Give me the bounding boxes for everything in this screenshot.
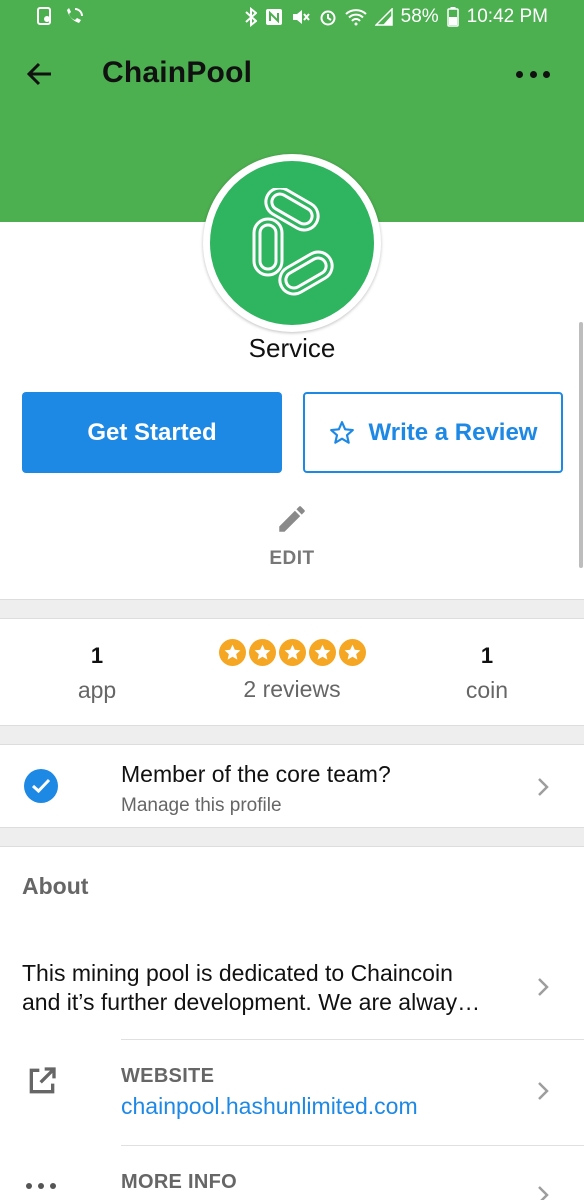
- rating-stat[interactable]: 2 reviews: [192, 639, 392, 703]
- more-horiz-icon: [26, 1183, 56, 1191]
- chevron-right-icon: [538, 1082, 549, 1100]
- arrow-left-icon: [27, 62, 51, 86]
- coins-label: coin: [465, 677, 509, 703]
- coins-stat[interactable]: 1 coin: [427, 643, 547, 704]
- about-card: About This mining pool is dedicated to C…: [0, 846, 584, 1200]
- profile-logo: [203, 154, 381, 332]
- star-icon: [218, 639, 246, 666]
- chevron-right-icon: [538, 1186, 549, 1200]
- chevron-right-icon: [538, 778, 549, 796]
- star-icon: [308, 639, 336, 666]
- app-bar: ChainPool: [0, 34, 584, 114]
- bluetooth-icon: [244, 7, 257, 27]
- open-external-icon: [29, 1067, 56, 1094]
- get-started-button[interactable]: Get Started: [22, 392, 282, 473]
- apps-stat[interactable]: 1 app: [37, 643, 157, 704]
- website-link[interactable]: chainpool.hashunlimited.com: [121, 1093, 418, 1120]
- nfc-icon: [265, 9, 282, 25]
- back-button[interactable]: [22, 56, 58, 92]
- more-vert-dot: [543, 70, 550, 78]
- profile-category: Service: [248, 333, 336, 363]
- more-info-button[interactable]: MORE INFO: [121, 1171, 237, 1194]
- about-heading: About: [22, 873, 89, 899]
- more-options-button[interactable]: [516, 64, 550, 84]
- write-review-button[interactable]: Write a Review: [303, 392, 563, 473]
- member-title: Member of the core team?: [121, 761, 391, 787]
- page-title: ChainPool: [102, 56, 253, 89]
- divider: [121, 1145, 584, 1146]
- edit-button[interactable]: EDIT: [0, 548, 584, 570]
- mute-icon: [292, 10, 310, 24]
- more-horiz-dot: [38, 1183, 44, 1189]
- write-review-label: Write a Review: [368, 418, 538, 446]
- rating-stars: [192, 639, 392, 666]
- star-icon: [248, 639, 276, 666]
- apps-count: 1: [90, 643, 104, 668]
- divider: [121, 1039, 584, 1040]
- check-circle-icon: [24, 769, 58, 803]
- reviews-label: 2 reviews: [243, 676, 341, 702]
- about-description[interactable]: This mining pool is dedicated to Chainco…: [22, 959, 512, 1017]
- star-icon: [278, 639, 306, 666]
- claim-profile-row[interactable]: Member of the core team? Manage this pro…: [0, 744, 584, 828]
- battery-icon: [446, 7, 459, 27]
- stats-card: 1 app 2 reviews 1 coin: [0, 618, 584, 726]
- about-description-line: This mining pool is dedicated to Chainco…: [22, 960, 453, 986]
- more-vert-dot: [529, 70, 537, 78]
- clock: 10:42 PM: [466, 6, 548, 27]
- battery-percent: 58%: [400, 6, 439, 27]
- about-description-line: and it’s further development. We are alw…: [22, 989, 481, 1015]
- more-vert-dot: [516, 70, 523, 78]
- more-horiz-dot: [26, 1183, 32, 1189]
- sd-card-icon: [37, 7, 51, 25]
- status-bar: 58% 10:42 PM: [0, 0, 584, 34]
- more-horiz-dot: [50, 1183, 56, 1189]
- pencil-icon[interactable]: [275, 502, 309, 536]
- alarm-icon: [320, 10, 336, 26]
- star-icon: [338, 639, 366, 666]
- chain-logo-icon: [210, 161, 374, 325]
- wifi-icon: [344, 9, 367, 26]
- apps-label: app: [77, 677, 117, 703]
- website-label: WEBSITE: [121, 1065, 215, 1087]
- star-outline-icon: [329, 420, 354, 444]
- wifi-call-icon: [67, 8, 83, 23]
- coins-count: 1: [480, 643, 494, 668]
- signal-icon: [374, 8, 393, 26]
- chevron-right-icon: [538, 978, 549, 996]
- member-subtitle: Manage this profile: [121, 795, 282, 816]
